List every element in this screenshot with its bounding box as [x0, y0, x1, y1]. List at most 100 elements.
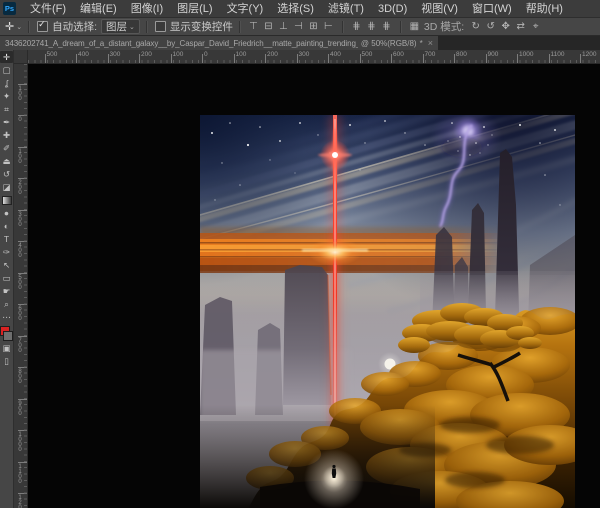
3d-drag-icon[interactable]: ✥	[499, 21, 512, 32]
crop-tool[interactable]: ⌗	[0, 103, 13, 115]
hand-tool[interactable]: ☛	[0, 285, 13, 297]
distribute-vertical-centers-icon[interactable]: ⋕	[350, 21, 363, 32]
history-brush-tool[interactable]: ↺	[0, 168, 13, 180]
align-horizontal-centers-icon[interactable]: ⊞	[307, 21, 320, 32]
3d-scale-icon[interactable]: ⌖	[529, 21, 542, 32]
auto-select-target-dropdown[interactable]: 图层 ⌄	[101, 19, 140, 34]
ruler-origin-corner[interactable]	[14, 50, 28, 64]
align-vertical-centers-icon[interactable]: ⊟	[262, 21, 275, 32]
eyedropper-tool[interactable]: ✒	[0, 116, 13, 128]
ruler-label: 300	[110, 51, 121, 58]
ruler-label: 800	[456, 51, 467, 58]
ruler-tick	[108, 54, 109, 63]
quick-mask-button[interactable]: ▣	[0, 342, 13, 354]
screen-mode-button[interactable]: ▯	[0, 355, 13, 367]
3d-roll-icon[interactable]: ↺	[484, 21, 497, 32]
menu-bar: Ps 文件(F)编辑(E)图像(I)图层(L)文字(Y)选择(S)滤镜(T)3D…	[0, 0, 600, 18]
3d-mode-label: 3D 模式:	[424, 19, 464, 34]
ruler-label: 300	[299, 51, 310, 58]
ruler-tick	[549, 54, 550, 63]
ruler-label: 400	[17, 243, 23, 258]
ruler-tick	[18, 304, 27, 305]
menu-3d[interactable]: 3D(D)	[371, 0, 414, 18]
ruler-tick	[18, 399, 27, 400]
tab-close-icon[interactable]: ×	[428, 36, 433, 50]
separator	[239, 21, 240, 33]
menu-type[interactable]: 文字(Y)	[220, 0, 271, 18]
ruler-tick	[423, 54, 424, 63]
sun-line	[302, 249, 368, 251]
align-right-edges-icon[interactable]: ⊢	[322, 21, 335, 32]
menu-window[interactable]: 窗口(W)	[465, 0, 519, 18]
dodge-tool[interactable]: ◐	[0, 220, 13, 232]
rectangular-marquee-tool[interactable]: ▢	[0, 64, 13, 76]
current-tool-icon[interactable]: ✛ ⌄	[5, 20, 22, 33]
document-title: 3436202741_A_dream_of_a_distant_galaxy__…	[5, 39, 358, 48]
ruler-tick	[18, 115, 27, 116]
ruler-label: 1100	[551, 51, 565, 58]
shape-tool[interactable]: ▭	[0, 272, 13, 284]
3d-mode-icons-group: ↻↺✥⇄⌖	[468, 21, 543, 32]
distribute-horizontal-centers-icon[interactable]: ⋕	[365, 21, 378, 32]
healing-brush-tool[interactable]: ✚	[0, 129, 13, 141]
quick-selection-tool[interactable]: ✦	[0, 90, 13, 102]
auto-select-checkbox[interactable]	[37, 21, 48, 32]
gradient-swatch-icon	[2, 196, 12, 205]
ruler-tick	[18, 178, 27, 179]
ruler-tick	[517, 54, 518, 63]
zoom-tool[interactable]: ⌕	[0, 298, 13, 310]
align-bottom-edges-icon[interactable]: ⊥	[277, 21, 290, 32]
pen-tool[interactable]: ✑	[0, 246, 13, 258]
menu-edit[interactable]: 编辑(E)	[73, 0, 124, 18]
horizontal-ruler[interactable]: 5004003002001000100200300400500600700800…	[28, 50, 600, 64]
menu-view[interactable]: 视图(V)	[414, 0, 465, 18]
ruler-label: 700	[425, 51, 436, 58]
type-tool[interactable]: T	[0, 233, 13, 245]
menu-help[interactable]: 帮助(H)	[519, 0, 570, 18]
ruler-label: 700	[17, 338, 23, 353]
brush-tool[interactable]: ✐	[0, 142, 13, 154]
ruler-tick	[265, 54, 266, 63]
menu-select[interactable]: 选择(S)	[270, 0, 321, 18]
lasso-tool[interactable]: ʆ	[0, 77, 13, 89]
ruler-tick	[18, 493, 27, 494]
photoshop-logo-icon[interactable]: Ps	[3, 2, 16, 15]
menu-file[interactable]: 文件(F)	[23, 0, 73, 18]
align-top-edges-icon[interactable]: ⊤	[247, 21, 260, 32]
align-icons-group: ⊤⊟⊥⊣⊞⊢	[246, 21, 336, 32]
sun-glow	[308, 238, 362, 266]
ruler-label: 900	[17, 401, 23, 416]
tools-list: ✛▢ʆ✦⌗✒✚✐⏏↺◪ ●◐T✑↖▭☛⌕⋯	[0, 50, 13, 323]
ruler-label: 800	[17, 369, 23, 384]
ruler-label: 100	[17, 149, 23, 164]
separator	[28, 21, 29, 33]
blur-tool[interactable]: ●	[0, 207, 13, 219]
background-color-swatch[interactable]	[3, 331, 13, 341]
auto-align-layers-icon[interactable]: ▦	[408, 21, 421, 32]
vertical-ruler[interactable]: 1000100200300400500600700800900100011001…	[14, 64, 28, 508]
eraser-tool[interactable]: ◪	[0, 181, 13, 193]
menu-filter[interactable]: 滤镜(T)	[321, 0, 371, 18]
3d-rotate-icon[interactable]: ↻	[469, 21, 482, 32]
color-swatches[interactable]	[0, 326, 13, 341]
ruler-tick	[18, 241, 27, 242]
ruler-label: 400	[78, 51, 89, 58]
document-tab[interactable]: 3436202741_A_dream_of_a_distant_galaxy__…	[0, 36, 438, 50]
ruler-tick	[171, 54, 172, 63]
gradient-tool[interactable]	[0, 194, 13, 206]
path-selection-tool[interactable]: ↖	[0, 259, 13, 271]
document-canvas[interactable]	[200, 115, 575, 508]
distribute-spacing-icon[interactable]: ⋕	[380, 21, 393, 32]
clone-stamp-tool[interactable]: ⏏	[0, 155, 13, 167]
menu-layer[interactable]: 图层(L)	[170, 0, 219, 18]
menu-items: 文件(F)编辑(E)图像(I)图层(L)文字(Y)选择(S)滤镜(T)3D(D)…	[23, 0, 570, 18]
ruler-label: 500	[47, 51, 58, 58]
move-tool[interactable]: ✛	[0, 51, 13, 63]
ruler-tick	[391, 54, 392, 63]
menu-image[interactable]: 图像(I)	[124, 0, 170, 18]
3d-slide-icon[interactable]: ⇄	[514, 21, 527, 32]
show-transform-controls-checkbox[interactable]	[155, 21, 166, 32]
move-tool-icon: ✛	[5, 20, 14, 33]
align-left-edges-icon[interactable]: ⊣	[292, 21, 305, 32]
edit-toolbar-button[interactable]: ⋯	[0, 311, 13, 323]
